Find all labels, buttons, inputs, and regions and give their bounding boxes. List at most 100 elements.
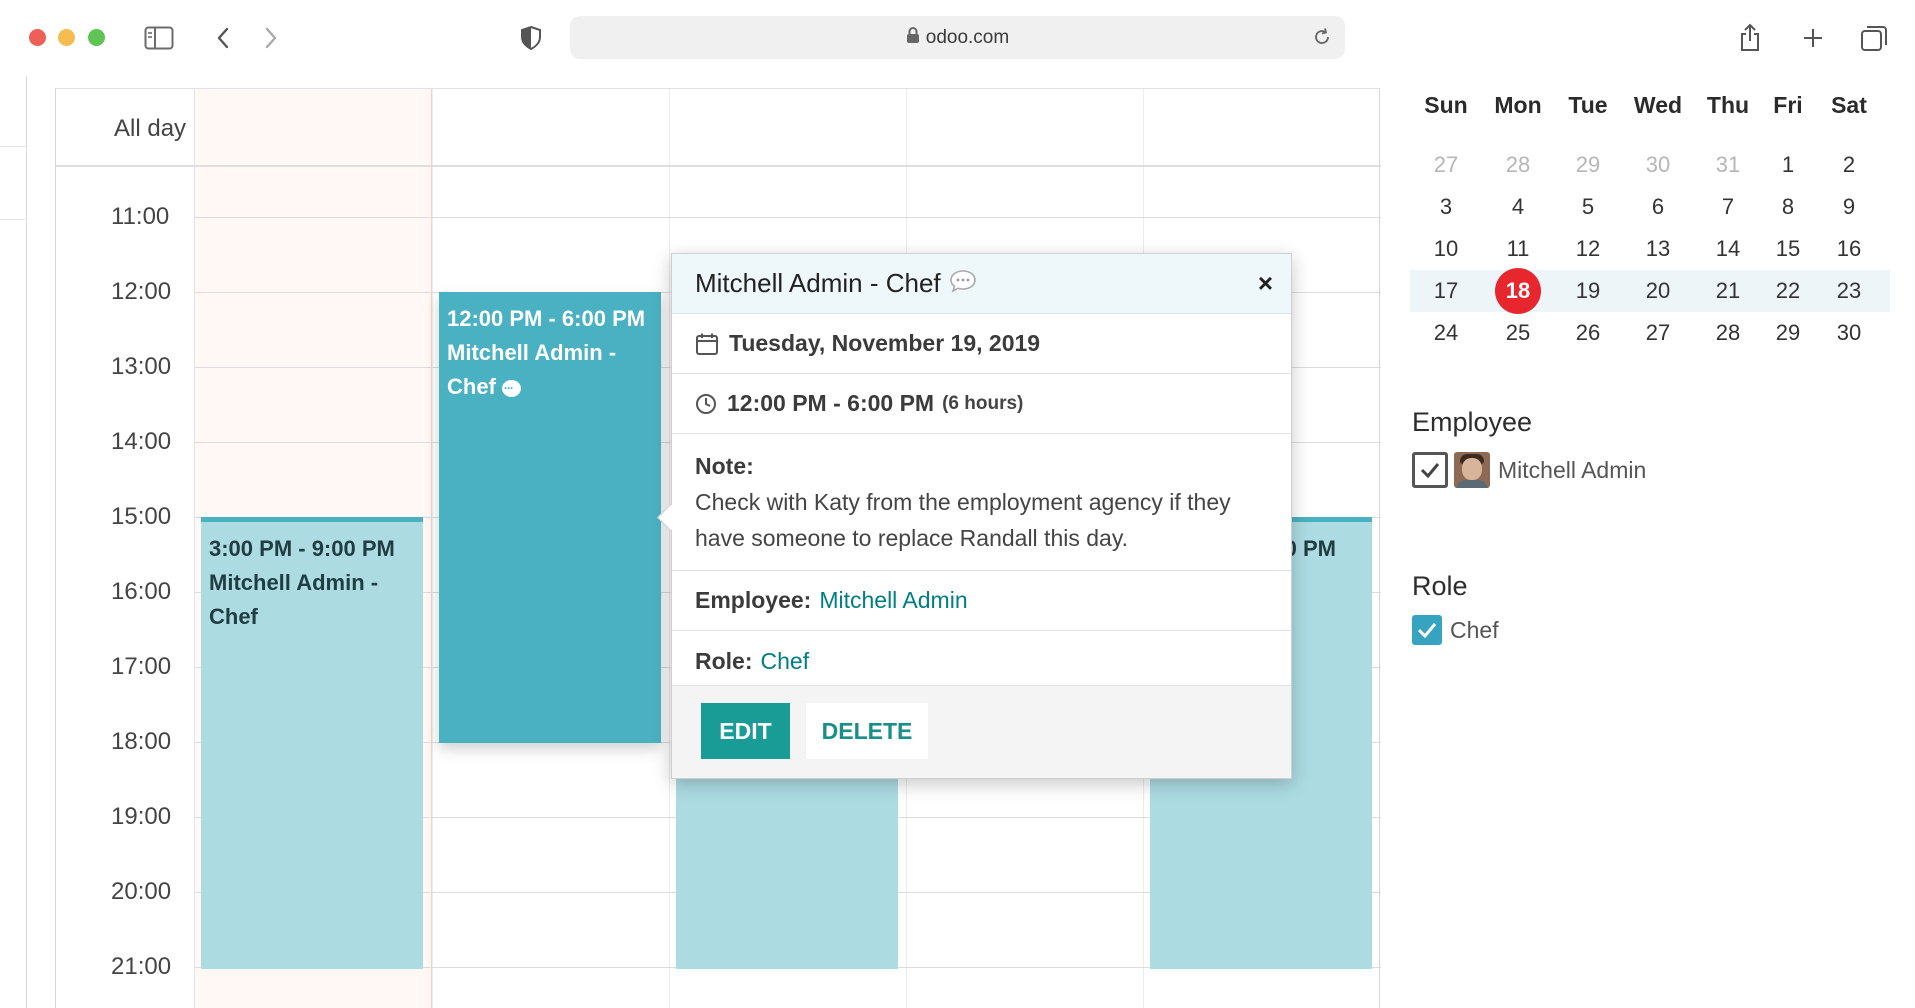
mini-day[interactable]: 24 bbox=[1410, 312, 1482, 354]
popover-employee-row: Employee: Mitchell Admin bbox=[672, 571, 1291, 631]
avatar bbox=[1454, 452, 1490, 488]
event-title: Mitchell Admin - bbox=[447, 340, 617, 365]
left-panel-edge bbox=[0, 76, 27, 1008]
note-text: Check with Katy from the employment agen… bbox=[695, 489, 1231, 551]
event-time: 3:00 PM - 9:00 PM bbox=[209, 536, 395, 561]
hour-label: 13:00 bbox=[111, 353, 172, 380]
role-label: Role: bbox=[695, 647, 753, 674]
mini-day[interactable]: 1 bbox=[1762, 144, 1814, 186]
weekday-label: Wed bbox=[1633, 92, 1683, 118]
employee-label: Employee: bbox=[695, 587, 812, 613]
popover-title: Mitchell Admin - Chef bbox=[695, 268, 941, 298]
mini-day[interactable]: 23 bbox=[1814, 270, 1884, 312]
popover-duration: (6 hours) bbox=[942, 392, 1024, 414]
mini-day[interactable]: 13 bbox=[1622, 228, 1694, 270]
employee-link[interactable]: Mitchell Admin bbox=[819, 587, 967, 614]
role-link[interactable]: Chef bbox=[761, 648, 810, 675]
mini-day[interactable]: 9 bbox=[1814, 186, 1884, 228]
role-filter-label: Chef bbox=[1450, 616, 1499, 643]
minimize-window-button[interactable] bbox=[58, 29, 75, 46]
mini-day[interactable]: 8 bbox=[1762, 186, 1814, 228]
weekday-label: Sat bbox=[1831, 92, 1867, 118]
divider bbox=[0, 219, 27, 220]
close-window-button[interactable] bbox=[29, 29, 46, 46]
day-separator bbox=[432, 89, 433, 1008]
mini-day[interactable]: 2 bbox=[1814, 144, 1884, 186]
sidebar-toggle-icon[interactable] bbox=[143, 22, 175, 54]
mini-week-row: 3 4 5 6 7 8 9 bbox=[1410, 186, 1890, 228]
close-popover-button[interactable]: × bbox=[1258, 268, 1273, 299]
mini-day[interactable]: 10 bbox=[1410, 228, 1482, 270]
weekday-header: Sun Mon Tue Wed Thu Fri Sat bbox=[1410, 92, 1890, 132]
event-popover: Mitchell Admin - Chef × Tuesday, Novembe… bbox=[671, 253, 1292, 779]
mini-day[interactable]: 26 bbox=[1554, 312, 1622, 354]
mini-day[interactable]: 28 bbox=[1694, 312, 1762, 354]
share-icon[interactable] bbox=[1734, 22, 1766, 54]
mini-day[interactable]: 31 bbox=[1694, 144, 1762, 186]
delete-button[interactable]: DELETE bbox=[806, 703, 928, 759]
new-tab-icon[interactable] bbox=[1797, 22, 1829, 54]
mini-day[interactable]: 27 bbox=[1622, 312, 1694, 354]
shift-event-tuesday-selected[interactable]: 12:00 PM - 6:00 PM Mitchell Admin - Chef bbox=[439, 292, 661, 743]
mini-day[interactable]: 5 bbox=[1554, 186, 1622, 228]
zoom-window-button[interactable] bbox=[88, 29, 105, 46]
mini-day[interactable]: 29 bbox=[1762, 312, 1814, 354]
mini-day[interactable]: 20 bbox=[1622, 270, 1694, 312]
checkbox[interactable] bbox=[1412, 452, 1448, 488]
mini-day[interactable]: 6 bbox=[1622, 186, 1694, 228]
chat-bubble-icon bbox=[949, 269, 977, 298]
all-day-label: All day bbox=[114, 115, 187, 142]
event-time: 12:00 PM - 6:00 PM bbox=[447, 306, 646, 331]
mini-day[interactable]: 25 bbox=[1482, 312, 1554, 354]
shift-event-monday[interactable]: 3:00 PM - 9:00 PM Mitchell Admin - Chef bbox=[201, 517, 423, 969]
mini-day[interactable]: 4 bbox=[1482, 186, 1554, 228]
mini-day[interactable]: 17 bbox=[1410, 270, 1482, 312]
edit-button[interactable]: EDIT bbox=[701, 703, 790, 759]
mini-day[interactable]: 12 bbox=[1554, 228, 1622, 270]
mini-week-row: 27 28 29 30 31 1 2 bbox=[1410, 144, 1890, 186]
hour-label: 14:00 bbox=[111, 428, 172, 455]
all-day-row[interactable]: All day bbox=[56, 89, 1381, 167]
reload-icon[interactable] bbox=[1309, 24, 1335, 50]
address-bar[interactable]: odoo.com bbox=[570, 16, 1345, 59]
mini-day[interactable]: 21 bbox=[1694, 270, 1762, 312]
mini-day[interactable]: 7 bbox=[1694, 186, 1762, 228]
event-title: Mitchell Admin - bbox=[209, 570, 379, 595]
event-title: Chef bbox=[447, 374, 496, 399]
mini-day[interactable]: 27 bbox=[1410, 144, 1482, 186]
mini-month-calendar: Sun Mon Tue Wed Thu Fri Sat 27 28 29 30 … bbox=[1410, 92, 1890, 354]
employee-filter-item[interactable]: Mitchell Admin bbox=[1412, 452, 1646, 488]
employee-filter-title: Employee bbox=[1412, 407, 1533, 437]
back-arrow-icon[interactable] bbox=[207, 22, 239, 54]
privacy-shield-icon[interactable] bbox=[515, 22, 547, 54]
url-text: odoo.com bbox=[925, 26, 1010, 48]
mini-day[interactable]: 28 bbox=[1482, 144, 1554, 186]
mini-day-today[interactable]: 18 bbox=[1482, 268, 1554, 314]
weekday-label: Mon bbox=[1494, 92, 1542, 118]
mini-day[interactable]: 22 bbox=[1762, 270, 1814, 312]
mini-day[interactable]: 16 bbox=[1814, 228, 1884, 270]
mini-week-row: 10 11 12 13 14 15 16 bbox=[1410, 228, 1890, 270]
forward-arrow-icon[interactable] bbox=[255, 22, 287, 54]
day-separator bbox=[669, 89, 670, 1008]
mini-day[interactable]: 29 bbox=[1554, 144, 1622, 186]
checkbox-checked[interactable] bbox=[1412, 615, 1442, 645]
browser-toolbar: odoo.com bbox=[0, 0, 1915, 76]
tab-overview-icon[interactable] bbox=[1858, 22, 1890, 54]
mini-day[interactable]: 14 bbox=[1694, 228, 1762, 270]
role-filter-item[interactable]: Chef bbox=[1412, 615, 1499, 645]
popover-note: Note: Check with Katy from the employmen… bbox=[672, 434, 1291, 571]
hour-line bbox=[195, 217, 1381, 218]
popover-date: Tuesday, November 19, 2019 bbox=[729, 330, 1041, 356]
shift-event-wednesday[interactable] bbox=[676, 769, 898, 969]
mini-day[interactable]: 3 bbox=[1410, 186, 1482, 228]
mini-day[interactable]: 15 bbox=[1762, 228, 1814, 270]
mini-day[interactable]: 30 bbox=[1622, 144, 1694, 186]
employee-filter-label: Mitchell Admin bbox=[1498, 456, 1647, 483]
mini-week-row: 24 25 26 27 28 29 30 bbox=[1410, 312, 1890, 354]
weekday-label: Thu bbox=[1706, 92, 1750, 118]
mini-day[interactable]: 19 bbox=[1554, 270, 1622, 312]
mini-day[interactable]: 30 bbox=[1814, 312, 1884, 354]
mini-day[interactable]: 11 bbox=[1482, 228, 1554, 270]
hour-label: 12:00 bbox=[111, 278, 172, 305]
